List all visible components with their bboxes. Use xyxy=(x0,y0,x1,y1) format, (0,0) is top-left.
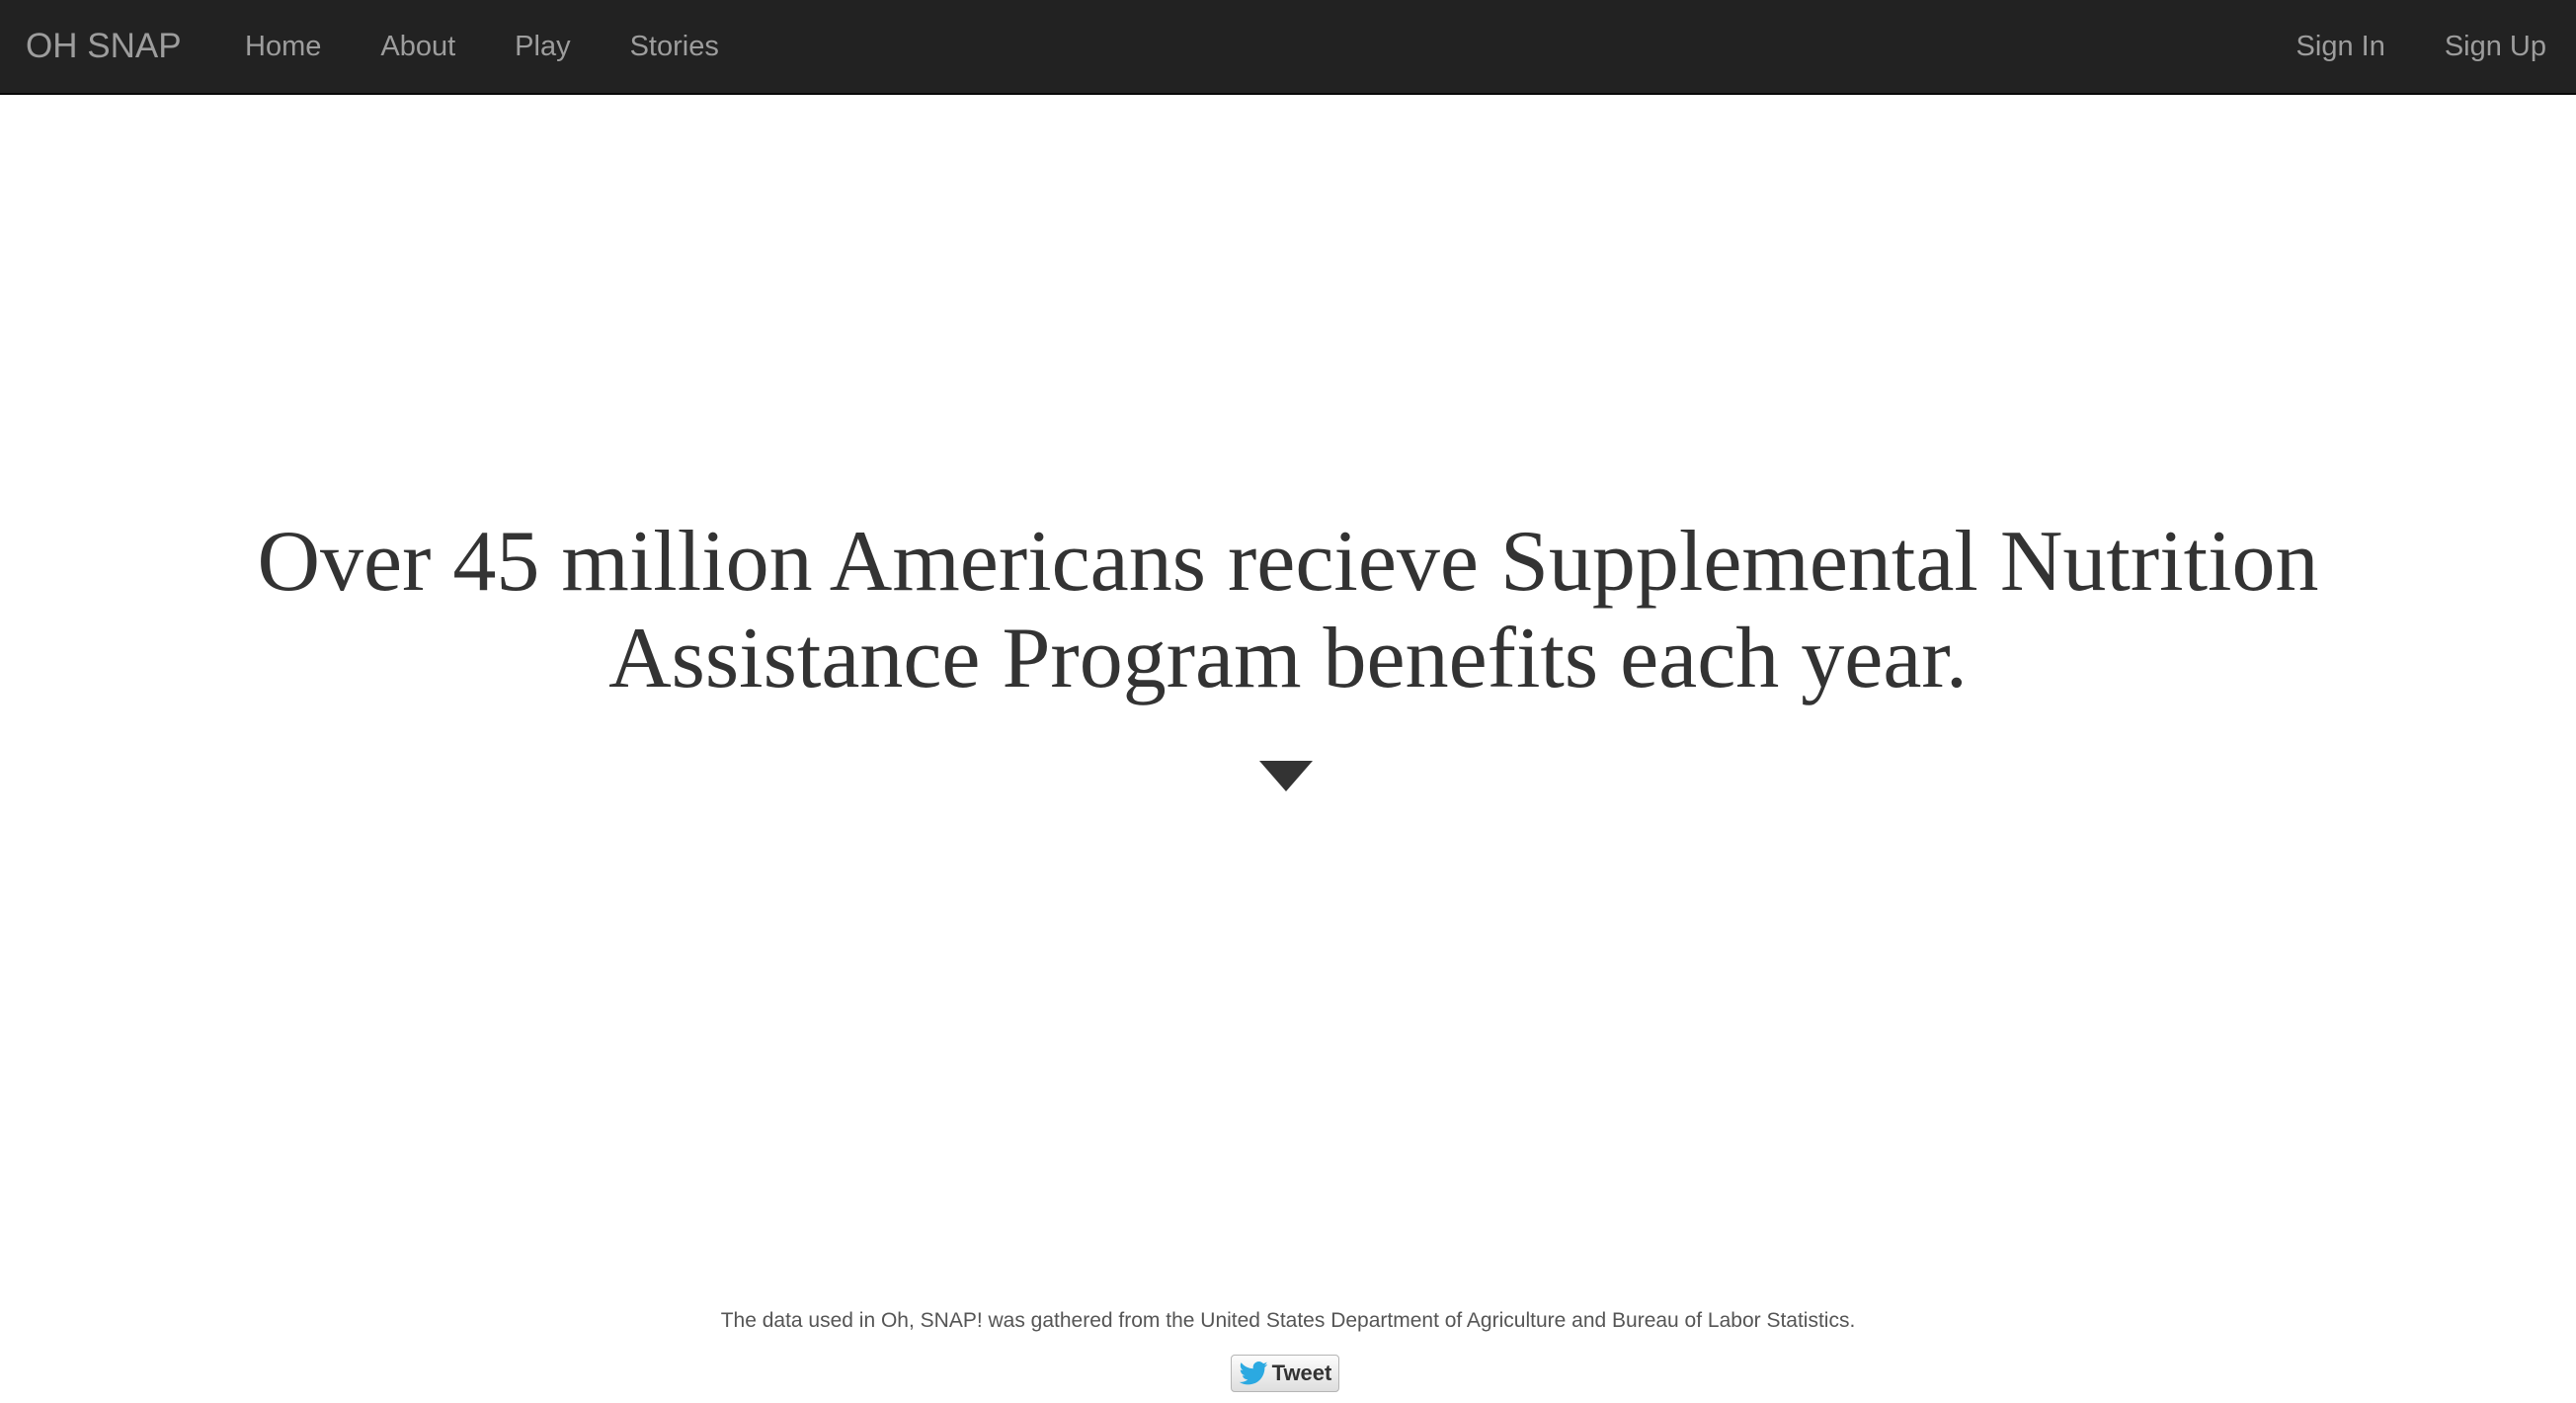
nav-about-link[interactable]: About xyxy=(380,0,455,93)
primary-nav: Home About Play Stories xyxy=(245,0,778,93)
hero-headline: Over 45 million Americans recieve Supple… xyxy=(257,514,2319,706)
brand-logo-link[interactable]: OH SNAP xyxy=(26,0,182,93)
sign-in-link[interactable]: Sign In xyxy=(2296,0,2385,93)
sign-up-link[interactable]: Sign Up xyxy=(2445,0,2546,93)
nav-home-link[interactable]: Home xyxy=(245,0,321,93)
nav-play-link[interactable]: Play xyxy=(515,0,570,93)
nav-stories-link[interactable]: Stories xyxy=(630,0,719,93)
account-nav: Sign In Sign Up xyxy=(2237,0,2546,93)
twitter-bird-icon xyxy=(1239,1362,1268,1385)
data-source-note: The data used in Oh, SNAP! was gathered … xyxy=(720,1309,1856,1332)
hero-section: Over 45 million Americans recieve Supple… xyxy=(0,514,2576,707)
tweet-label: Tweet xyxy=(1271,1361,1332,1385)
tweet-button[interactable]: Tweet xyxy=(1231,1355,1339,1392)
caret-down-icon[interactable] xyxy=(1259,761,1313,791)
top-navbar: OH SNAP Home About Play Stories Sign In … xyxy=(0,0,2576,95)
